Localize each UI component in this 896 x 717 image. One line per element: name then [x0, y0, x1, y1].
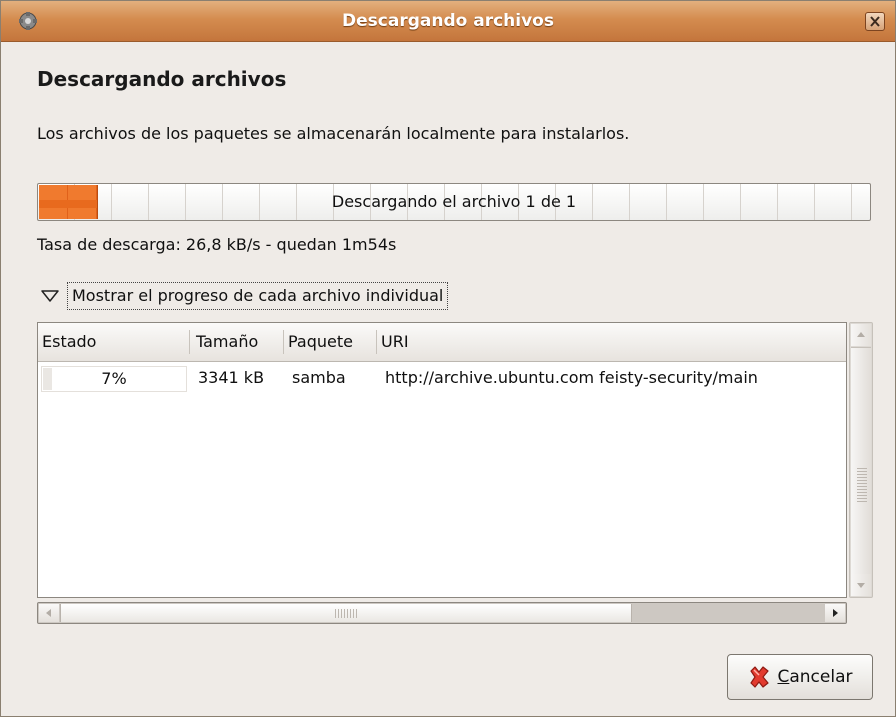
title-bar[interactable]: Descargando archivos [1, 1, 895, 42]
scroll-left-button[interactable] [39, 604, 59, 622]
cancel-button-label: Cancelar [777, 667, 853, 687]
row-package: samba [292, 368, 346, 387]
details-expander[interactable]: Mostrar el progreso de cada archivo indi… [39, 281, 449, 311]
grip-icon [857, 468, 867, 502]
description-text: Los archivos de los paquetes se almacena… [37, 124, 630, 143]
up-arrow-icon [857, 332, 865, 337]
column-header-package[interactable]: Paquete [284, 323, 376, 361]
row-status: 7% [101, 369, 127, 388]
right-arrow-icon [833, 609, 838, 617]
vertical-scrollbar[interactable] [849, 322, 873, 598]
cancel-button[interactable]: Cancelar [727, 654, 873, 700]
scroll-right-button[interactable] [825, 604, 845, 622]
row-uri: http://archive.ubuntu.com feisty-securit… [385, 368, 758, 387]
vertical-scroll-thumb[interactable] [851, 347, 871, 575]
row-progress: 7% [41, 366, 187, 392]
column-header-status[interactable]: Estado [38, 323, 188, 361]
table-row[interactable]: 7% 3341 kB samba http://archive.ubuntu.c… [38, 361, 846, 395]
scroll-down-button[interactable] [851, 574, 871, 596]
file-list[interactable]: Estado Tamaño Paquete URI 7% 3341 kB sam… [37, 322, 847, 598]
page-title: Descargando archivos [37, 67, 287, 91]
download-dialog: Descargando archivos Descargando archivo… [0, 0, 896, 717]
window-title: Descargando archivos [342, 11, 554, 31]
cancel-icon [750, 666, 770, 688]
close-button[interactable] [865, 12, 885, 31]
download-rate-text: Tasa de descarga: 26,8 kB/s - quedan 1m5… [37, 235, 397, 254]
horizontal-scrollbar[interactable] [37, 602, 847, 624]
table-header: Estado Tamaño Paquete URI [38, 323, 846, 362]
overall-progress-bar: Descargando el archivo 1 de 1 [37, 183, 871, 221]
left-arrow-icon [46, 609, 51, 617]
progress-text: Descargando el archivo 1 de 1 [331, 192, 577, 211]
close-icon [870, 16, 880, 27]
down-arrow-icon [857, 583, 865, 588]
row-size: 3341 kB [198, 368, 265, 387]
horizontal-scroll-thumb[interactable] [60, 604, 632, 622]
column-header-uri[interactable]: URI [377, 323, 577, 361]
expander-label[interactable]: Mostrar el progreso de cada archivo indi… [67, 282, 449, 310]
column-header-size[interactable]: Tamaño [192, 323, 284, 361]
expander-arrow-icon [41, 290, 59, 302]
grip-icon [335, 609, 359, 618]
scroll-up-button[interactable] [851, 324, 871, 346]
